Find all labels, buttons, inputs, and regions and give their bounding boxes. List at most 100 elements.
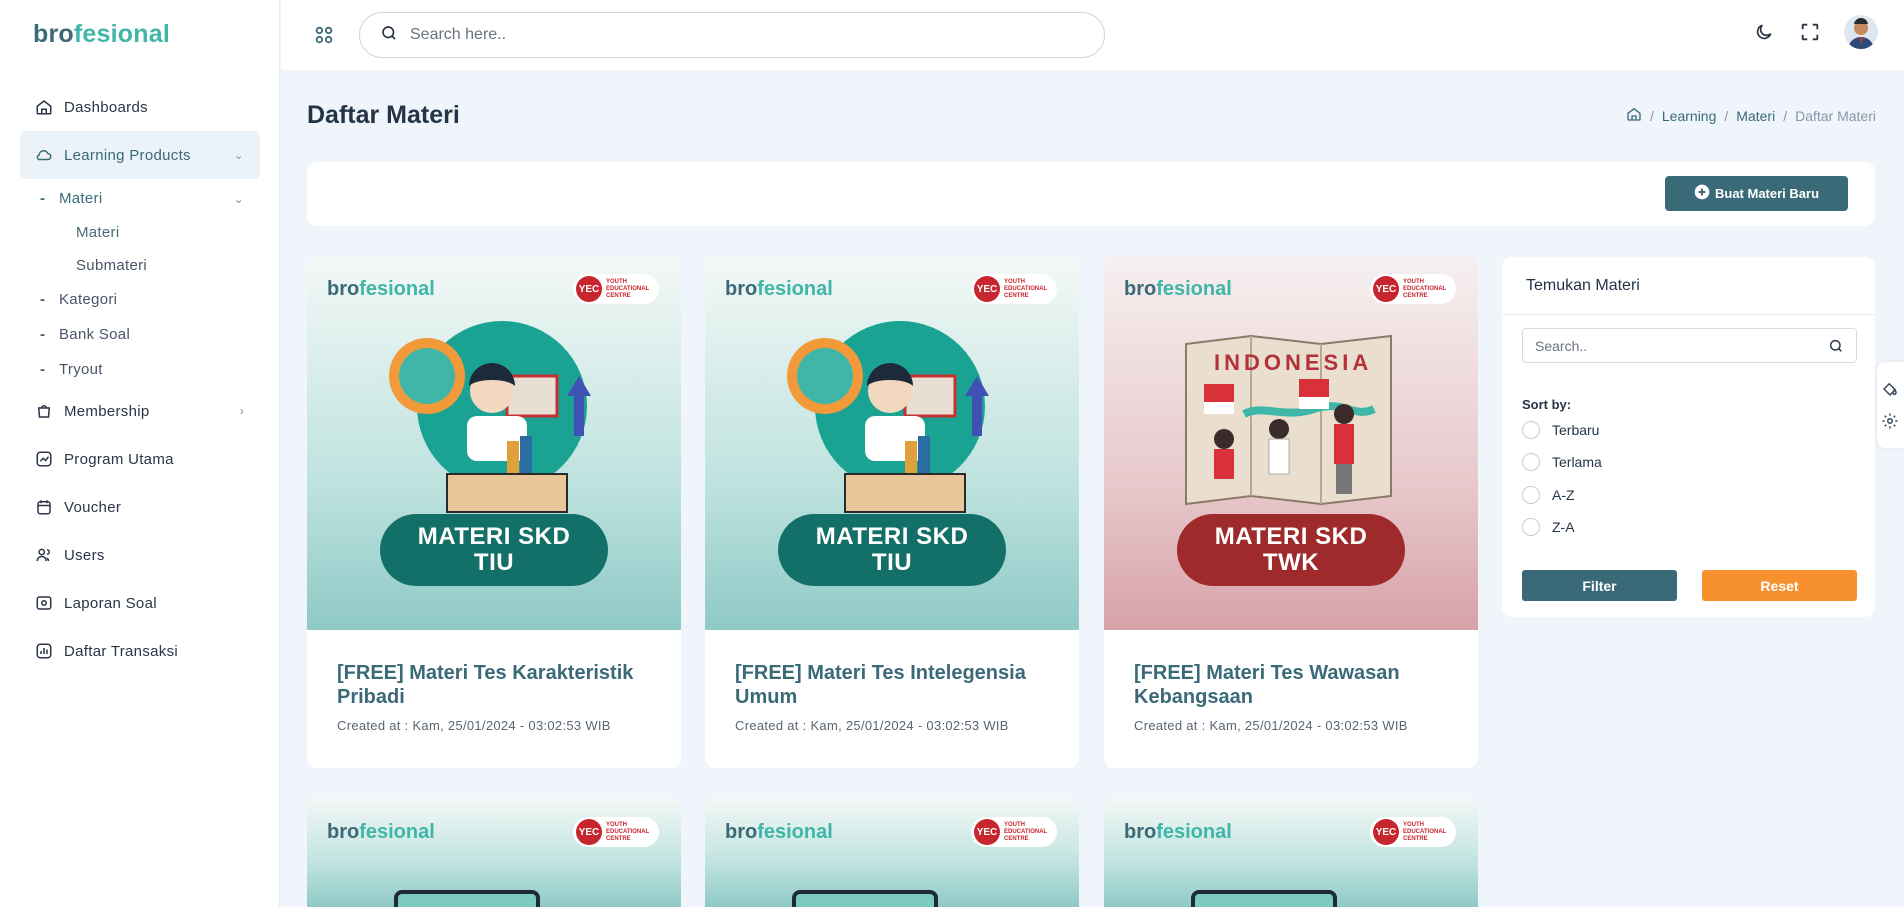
dash-icon: - [40, 361, 46, 378]
sidebar-item-program-utama[interactable]: Program Utama [20, 435, 260, 483]
sort-option-z-a[interactable]: Z-A [1522, 518, 1575, 536]
home-icon[interactable] [1626, 106, 1642, 125]
card-badge: MATERI SKD TWK [1177, 514, 1405, 586]
radio-button[interactable] [1522, 486, 1540, 504]
breadcrumb-separator: / [1650, 107, 1654, 124]
breadcrumb-current: Daftar Materi [1795, 107, 1876, 124]
global-search[interactable] [359, 12, 1105, 58]
search-input[interactable] [410, 26, 1030, 44]
radio-button[interactable] [1522, 518, 1540, 536]
apps-grid-icon[interactable] [313, 24, 335, 51]
yec-logo: YEC YOUTH EDUCATIONAL CENTRE [573, 817, 659, 847]
yec-mark: YEC [576, 276, 602, 302]
card-badge-line: MATERI SKD [815, 523, 969, 550]
sidebar-item-users[interactable]: Users [20, 531, 260, 579]
card-brand-logo: brofesional [725, 278, 833, 300]
yec-text: CENTRE [1403, 835, 1428, 842]
yec-text: CENTRE [1403, 292, 1428, 299]
sort-option-terbaru[interactable]: Terbaru [1522, 421, 1599, 439]
materi-card[interactable]: brofesional YEC YOUTH EDUCATIONAL CENTRE [307, 799, 681, 907]
dark-mode-icon[interactable] [1752, 20, 1776, 44]
gear-icon[interactable] [1881, 412, 1899, 435]
card-created-at: Created at : Kam, 25/01/2024 - 03:02:53 … [1134, 718, 1408, 733]
card-badge-line: MATERI SKD [1214, 523, 1368, 550]
yec-text: EDUCATIONAL [1004, 828, 1048, 835]
card-badge-line: TIU [473, 549, 515, 576]
chevron-right-icon: › [239, 404, 244, 418]
yec-text: EDUCATIONAL [606, 828, 650, 835]
chevron-down-icon: ⌄ [233, 148, 244, 162]
sidebar-subitem-tryout[interactable]: - Tryout [20, 352, 260, 387]
brand-logo[interactable]: brofesional [33, 20, 170, 49]
yec-text: YOUTH [1403, 821, 1424, 828]
card-thumbnail: brofesional YEC YOUTH EDUCATIONAL CENTRE MA… [307, 256, 681, 630]
yec-text: YOUTH [1004, 278, 1025, 285]
yec-logo: YEC YOUTH EDUCATIONAL CENTRE [573, 274, 659, 304]
sidebar-item-daftar-transaksi[interactable]: Daftar Transaksi [20, 627, 260, 675]
yec-text: CENTRE [606, 292, 631, 299]
card-badge-line: MATERI SKD [417, 523, 571, 550]
filter-button[interactable]: Filter [1522, 570, 1677, 601]
breadcrumb-separator: / [1724, 107, 1729, 124]
home-icon [34, 97, 54, 117]
sidebar-item-label: Laporan Soal [64, 594, 157, 612]
filter-search-input[interactable] [1535, 337, 1815, 354]
sidebar-item-label: Users [64, 546, 105, 564]
materi-card[interactable]: brofesional YEC YOUTH EDUCATIONAL CENTRE MA… [705, 256, 1079, 768]
sidebar-item-label: Learning Products [64, 146, 191, 164]
materi-card[interactable]: brofesional YEC YOUTH EDUCATIONAL CENTRE [705, 799, 1079, 907]
reset-button[interactable]: Reset [1702, 570, 1857, 601]
yec-mark: YEC [1373, 276, 1399, 302]
sort-label: Sort by: [1522, 397, 1572, 412]
sidebar-item-membership[interactable]: Membership › [20, 387, 260, 435]
sort-option-a-z[interactable]: A-Z [1522, 486, 1575, 504]
sidebar-subitem-bank-soal[interactable]: - Bank Soal [20, 317, 260, 352]
card-thumbnail: brofesional YEC YOUTH EDUCATIONAL CENTRE IN… [1104, 256, 1478, 630]
action-bar: Buat Materi Baru [307, 162, 1875, 226]
sidebar-item-dashboards[interactable]: Dashboards [20, 83, 260, 131]
radio-button[interactable] [1522, 453, 1540, 471]
materi-card[interactable]: brofesional YEC YOUTH EDUCATIONAL CENTRE [1104, 799, 1478, 907]
filter-panel: Temukan Materi Sort by: Terbaru Terlama … [1502, 257, 1875, 617]
card-badge-line: TWK [1262, 549, 1320, 576]
breadcrumb-learning[interactable]: Learning [1662, 108, 1717, 124]
sidebar-item-voucher[interactable]: Voucher [20, 483, 260, 531]
radio-button[interactable] [1522, 421, 1540, 439]
card-thumbnail: brofesional YEC YOUTH EDUCATIONAL CENTRE [705, 799, 1079, 907]
dash-icon: - [40, 190, 46, 207]
breadcrumb-materi[interactable]: Materi [1736, 108, 1775, 124]
map-title: INDONESIA [1214, 350, 1373, 375]
sort-option-label: Terlama [1552, 454, 1602, 470]
paint-bucket-icon[interactable] [1881, 380, 1899, 403]
avatar[interactable] [1844, 15, 1878, 49]
sidebar-item-learning-products[interactable]: Learning Products ⌄ [20, 131, 260, 179]
laptop-illustration [792, 890, 938, 907]
materi-card[interactable]: brofesional YEC YOUTH EDUCATIONAL CENTRE IN… [1104, 256, 1478, 768]
sidebar-subsubitem-submateri[interactable]: Submateri [20, 249, 260, 282]
plus-circle-icon [1694, 184, 1710, 203]
sidebar-item-laporan-soal[interactable]: Laporan Soal [20, 579, 260, 627]
student-illustration [787, 321, 989, 513]
card-title[interactable]: [FREE] Materi Tes Intelegensia Umum [735, 661, 1055, 709]
dash-icon: - [40, 326, 46, 343]
create-materi-button[interactable]: Buat Materi Baru [1665, 176, 1848, 211]
search-icon[interactable] [1828, 338, 1844, 359]
yec-logo: YEC YOUTH EDUCATIONAL CENTRE [1370, 274, 1456, 304]
yec-text: CENTRE [606, 835, 631, 842]
sidebar-subitem-materi[interactable]: - Materi ⌄ [20, 181, 260, 216]
sort-option-label: A-Z [1552, 487, 1575, 503]
yec-text: CENTRE [1004, 292, 1029, 299]
card-title[interactable]: [FREE] Materi Tes Karakteristik Pribadi [337, 661, 657, 709]
yec-mark: YEC [1373, 819, 1399, 845]
breadcrumb-separator: / [1783, 107, 1788, 124]
sidebar-subitem-kategori[interactable]: - Kategori [20, 282, 260, 317]
sidebar-item-label: Program Utama [64, 450, 174, 468]
sidebar-nav: Dashboards Learning Products ⌄ - Materi … [20, 83, 260, 675]
materi-card[interactable]: brofesional YEC YOUTH EDUCATIONAL CENTRE MA… [307, 256, 681, 768]
card-title[interactable]: [FREE] Materi Tes Wawasan Kebangsaan [1134, 661, 1454, 709]
filter-search[interactable] [1522, 328, 1857, 363]
card-badge-line: TIU [871, 549, 913, 576]
sort-option-terlama[interactable]: Terlama [1522, 453, 1602, 471]
fullscreen-icon[interactable] [1798, 20, 1822, 44]
sidebar-subsubitem-materi[interactable]: Materi [20, 216, 260, 249]
